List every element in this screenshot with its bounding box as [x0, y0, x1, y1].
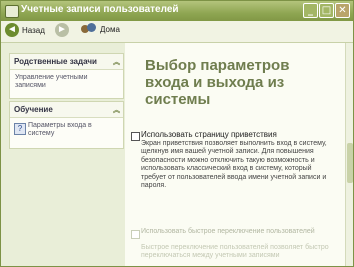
users-home-icon [81, 23, 97, 36]
manage-accounts-link[interactable]: Управление учетными записями [10, 70, 123, 94]
vertical-scrollbar[interactable] [345, 43, 353, 266]
task-pane: Родственные задачи ︽ Управление учетными… [1, 43, 125, 266]
logon-options-label: Параметры входа в систему [28, 122, 92, 137]
user-accounts-icon [5, 5, 19, 18]
back-arrow-icon: ◄ [5, 23, 19, 37]
home-label: Дома [100, 25, 120, 34]
related-tasks-panel: Родственные задачи ︽ Управление учетными… [9, 53, 124, 99]
toolbar: ◄ Назад ► Дома [1, 21, 353, 43]
collapse-chevron-icon[interactable]: ︽ [113, 105, 120, 115]
related-tasks-header[interactable]: Родственные задачи ︽ [10, 54, 123, 70]
learn-about-header[interactable]: Обучение ︽ [10, 102, 123, 118]
welcome-screen-label[interactable]: Использовать страницу приветствия [141, 130, 277, 139]
collapse-chevron-icon[interactable]: ︽ [113, 57, 120, 67]
scrollbar-thumb[interactable] [347, 143, 353, 183]
close-button[interactable]: ✕ [335, 3, 350, 18]
related-tasks-title: Родственные задачи [14, 57, 97, 66]
back-label: Назад [22, 25, 45, 35]
main-content: Выбор параметров входа и выхода из систе… [125, 43, 345, 266]
forward-button[interactable]: ► [55, 23, 72, 37]
title-bar: Учетные записи пользователей _ □ ✕ [1, 1, 353, 21]
maximize-button[interactable]: □ [319, 3, 334, 18]
fast-user-switching-checkbox[interactable] [131, 230, 140, 239]
welcome-screen-description: Экран приветствия позволяет выполнить вх… [141, 140, 327, 190]
fast-user-switching-label[interactable]: Использовать быстрое переключение пользо… [141, 228, 331, 236]
forward-arrow-icon: ► [55, 23, 69, 37]
help-icon: ? [14, 123, 26, 135]
app-window: Учетные записи пользователей _ □ ✕ ◄ Наз… [0, 0, 354, 267]
page-title: Выбор параметров входа и выхода из систе… [145, 57, 290, 108]
window-title: Учетные записи пользователей [21, 4, 179, 15]
minimize-button[interactable]: _ [303, 3, 318, 18]
learn-about-panel: Обучение ︽ ? Параметры входа в систему [9, 101, 124, 149]
fast-user-switching-description: Быстрое переключение пользователей позво… [141, 244, 329, 259]
logon-options-link[interactable]: ? Параметры входа в систему [10, 118, 123, 142]
welcome-screen-checkbox[interactable] [131, 132, 140, 141]
back-button[interactable]: ◄ Назад [5, 23, 45, 37]
home-button[interactable]: Дома [81, 23, 120, 36]
learn-about-title: Обучение [14, 105, 53, 114]
